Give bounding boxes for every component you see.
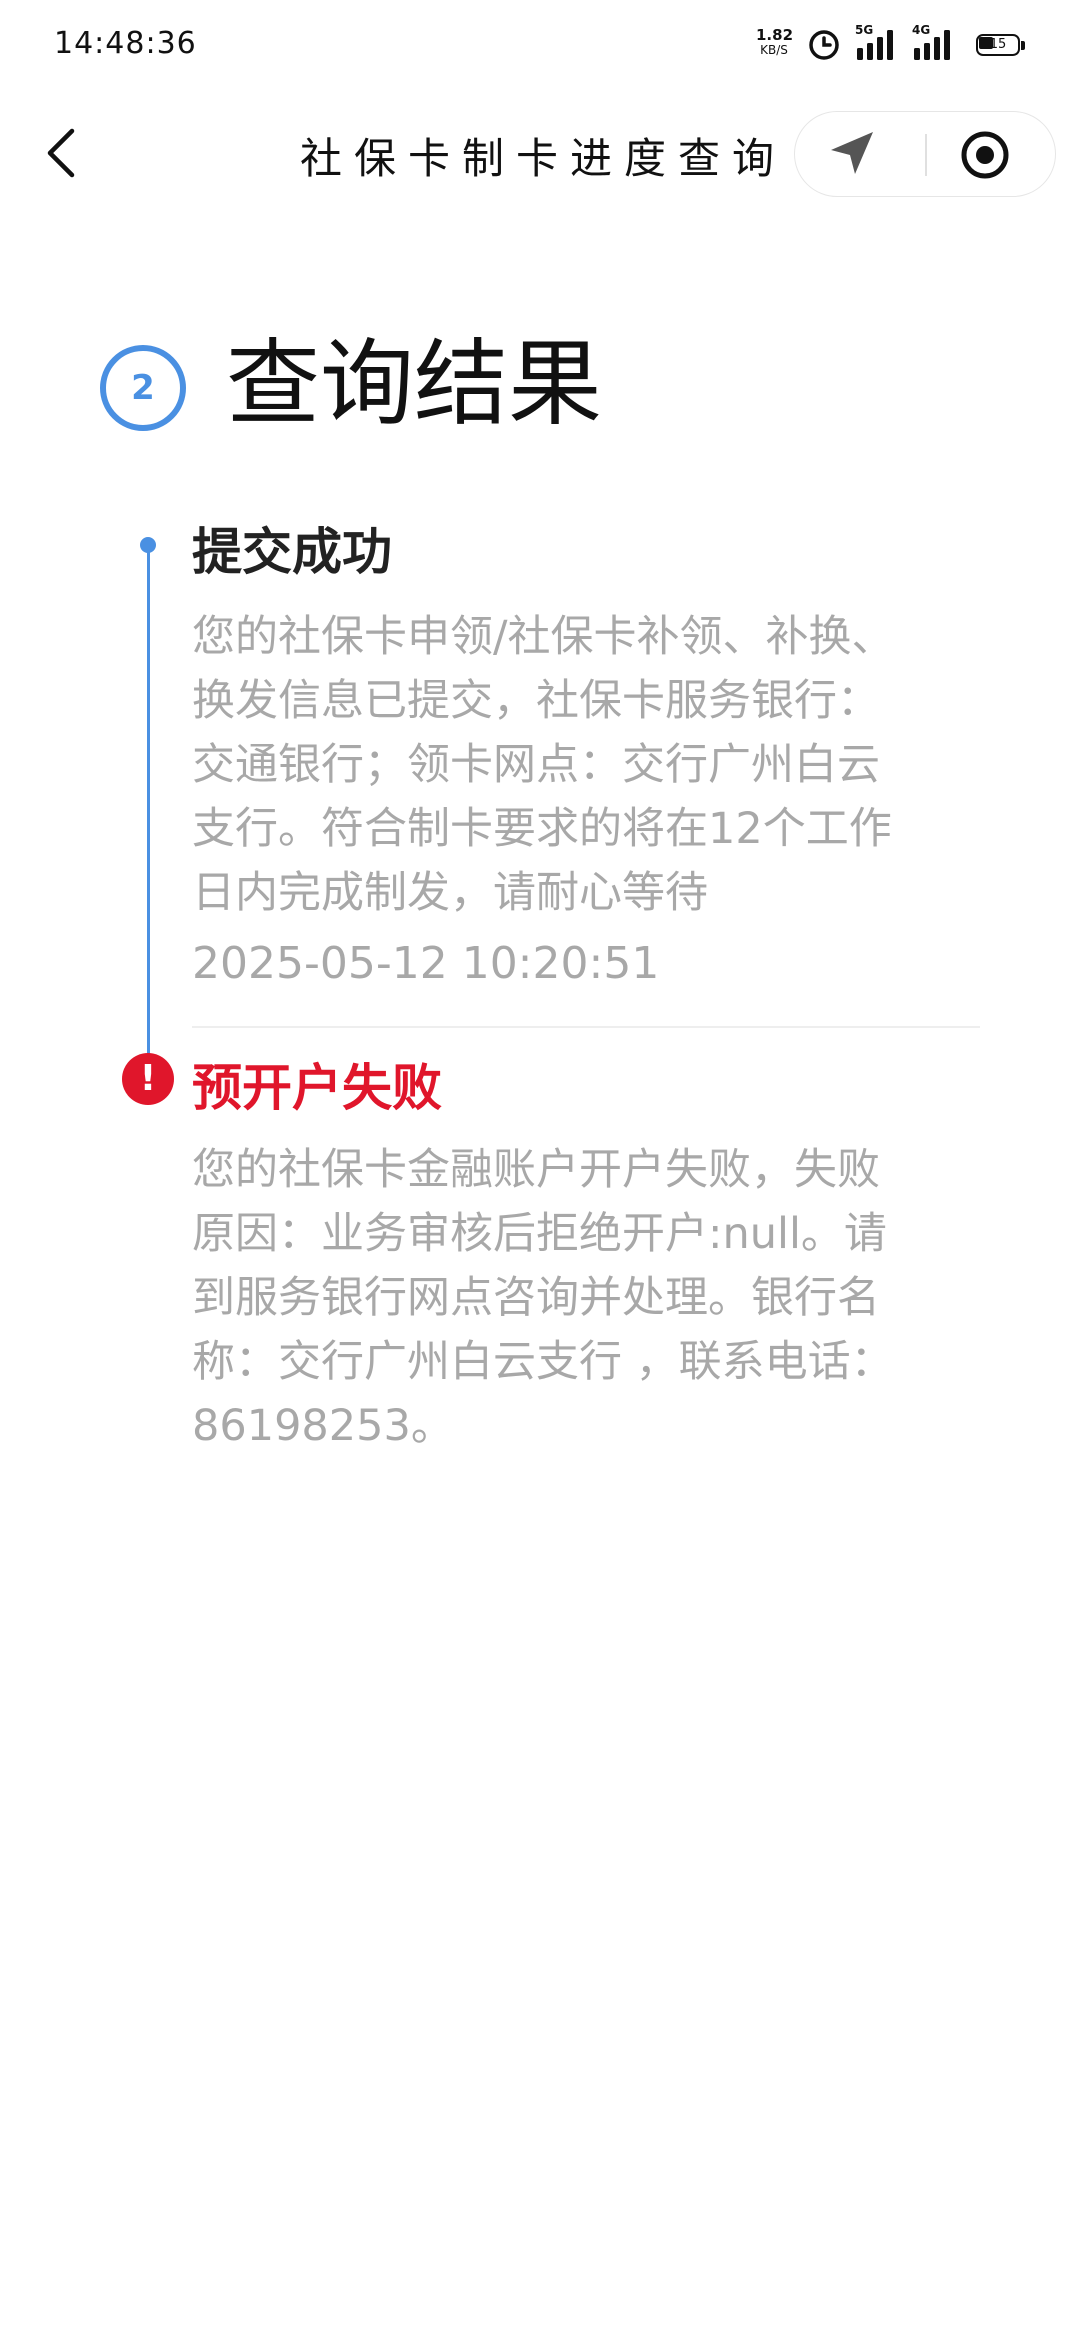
mini-program-capsule (794, 111, 1056, 197)
description-line: 您的社保卡申领/社保卡补领、补换、 (192, 612, 895, 662)
description-line: 您的社保卡金融账户开户失败，失败 (192, 1145, 880, 1195)
step-title: 查询结果 (226, 330, 603, 439)
entry-title-failed: 预开户失败 (192, 1059, 442, 1117)
nav-bar: 社保卡制卡进度查询 (0, 95, 1080, 217)
error-exclamation-icon: ! (122, 1053, 174, 1105)
entry-description-failed: 您的社保卡金融账户开户失败，失败 原因：业务审核后拒绝开户:null。请 到服务… (192, 1138, 952, 1458)
navigation-arrow-icon (831, 132, 873, 174)
network-speed-unit: KB/S (760, 43, 788, 57)
status-time: 14:48:36 (54, 26, 197, 61)
description-line: 86198253。 (192, 1401, 454, 1451)
description-line: 到服务银行网点咨询并处理。银行名 (192, 1273, 880, 1323)
location-button[interactable] (823, 126, 883, 182)
network-speed: 1.82 KB/S (756, 26, 794, 58)
signal-4g: 4G (912, 23, 958, 66)
description-line: 日内完成制发，请耐心等待 (192, 868, 708, 918)
battery-icon: 15 (976, 34, 1026, 58)
entry-divider (192, 1026, 980, 1028)
chevron-left-icon (47, 128, 75, 178)
timeline-dot (140, 537, 156, 553)
entry-description-submitted: 您的社保卡申领/社保卡补领、补换、 换发信息已提交，社保卡服务银行： 交通银行；… (192, 605, 952, 925)
status-bar: 14:48:36 1.82 KB/S 5G 4G 15 (0, 0, 1080, 95)
entry-title-submitted: 提交成功 (192, 523, 392, 581)
entry-timestamp: 2025-05-12 10:20:51 (192, 938, 660, 989)
description-line: 原因：业务审核后拒绝开户:null。请 (192, 1209, 887, 1259)
description-line: 称：交行广州白云支行 ，联系电话： (192, 1337, 894, 1387)
description-line: 交通银行；领卡网点：交行广州白云 (192, 740, 880, 790)
timeline-line (147, 544, 150, 1078)
alarm-clock-icon (809, 30, 839, 60)
battery-level: 15 (989, 37, 1007, 52)
network-4g-label: 4G (912, 23, 931, 37)
page-title: 社保卡制卡进度查询 (300, 134, 787, 183)
battery-cap (1021, 41, 1025, 50)
network-speed-value: 1.82 (756, 26, 794, 44)
record-target-icon (961, 131, 1009, 179)
capsule-divider (925, 134, 927, 176)
network-5g-label: 5G (855, 23, 874, 37)
back-button[interactable] (28, 117, 100, 189)
description-line: 换发信息已提交，社保卡服务银行： (192, 676, 880, 726)
close-mini-program-button[interactable] (960, 130, 1010, 180)
signal-5g: 5G (855, 23, 901, 66)
description-line: 支行。符合制卡要求的将在12个工作 (192, 804, 892, 854)
step-number-badge: 2 (100, 345, 186, 431)
